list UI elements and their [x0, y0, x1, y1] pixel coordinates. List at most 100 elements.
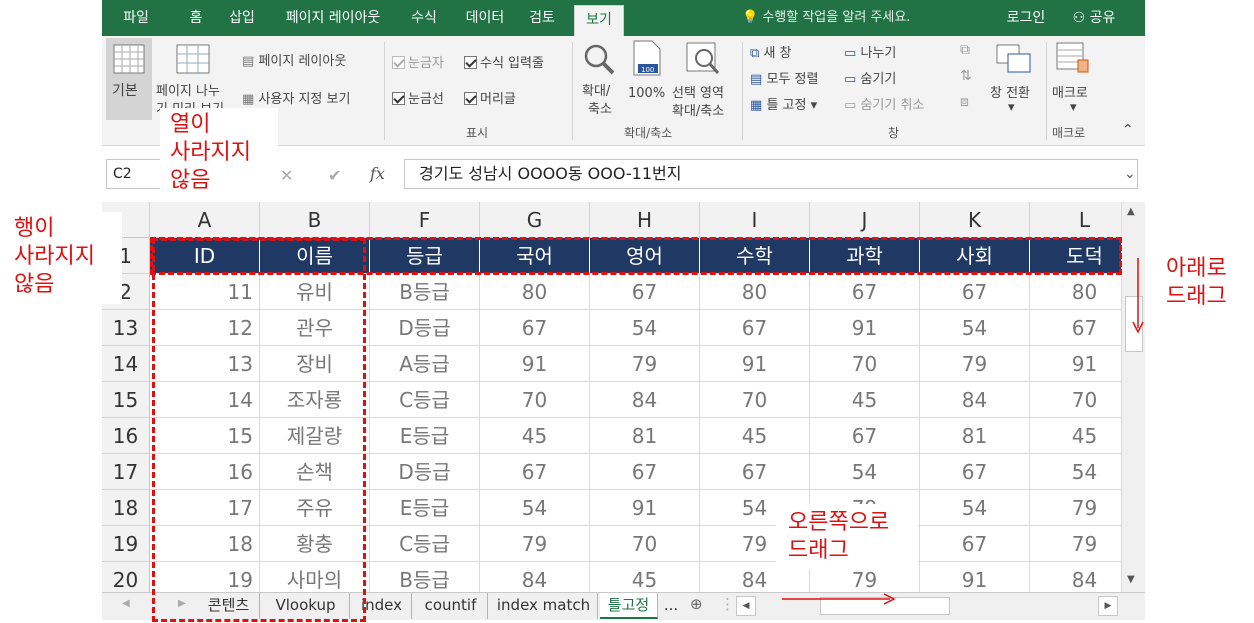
page-layout-view-button[interactable]: ▤ 페이지 레이아웃: [242, 50, 346, 69]
table-cell[interactable]: 70: [1030, 382, 1121, 418]
row-header[interactable]: 13: [102, 310, 150, 346]
insert-function-icon[interactable]: fx: [370, 164, 385, 183]
table-cell[interactable]: B등급: [370, 562, 480, 592]
tab-formulas[interactable]: 수식: [404, 0, 444, 36]
table-cell[interactable]: 67: [700, 454, 810, 490]
table-cell[interactable]: 79: [1030, 490, 1121, 526]
scroll-up-icon[interactable]: ▲: [1127, 206, 1135, 217]
split-button[interactable]: ▭ 나누기: [844, 42, 896, 61]
table-cell[interactable]: 79: [920, 346, 1030, 382]
formula-bar-checkbox[interactable]: 수식 입력줄: [464, 52, 544, 71]
tab-view[interactable]: 보기: [574, 5, 624, 36]
headings-checkbox[interactable]: 머리글: [464, 88, 516, 107]
table-cell[interactable]: 67: [590, 454, 700, 490]
table-cell[interactable]: 54: [590, 310, 700, 346]
table-cell[interactable]: 67: [920, 454, 1030, 490]
custom-views-button[interactable]: ▦ 사용자 지정 보기: [242, 88, 350, 107]
table-cell[interactable]: 67: [1030, 310, 1121, 346]
table-cell[interactable]: 67: [810, 418, 920, 454]
table-cell[interactable]: 67: [920, 526, 1030, 562]
row-header[interactable]: 19: [102, 526, 150, 562]
table-cell[interactable]: 84: [920, 382, 1030, 418]
unhide-button[interactable]: ▭ 숨기기 취소: [844, 94, 924, 113]
table-cell[interactable]: 54: [480, 490, 590, 526]
table-cell[interactable]: 70: [700, 382, 810, 418]
table-cell[interactable]: 84: [480, 562, 590, 592]
table-cell[interactable]: 45: [810, 382, 920, 418]
table-cell[interactable]: D등급: [370, 310, 480, 346]
table-cell[interactable]: C등급: [370, 382, 480, 418]
row-header[interactable]: 16: [102, 418, 150, 454]
sheet-tab-countif[interactable]: countif: [414, 593, 488, 619]
formula-input[interactable]: 경기도 성남시 OOOO동 OOO-11번지: [404, 159, 1138, 189]
switch-windows-button[interactable]: 창 전환 ▾: [986, 38, 1042, 120]
gridlines-checkbox[interactable]: 눈금선: [392, 88, 444, 107]
table-cell[interactable]: 80: [480, 274, 590, 310]
table-cell[interactable]: 54: [920, 490, 1030, 526]
table-cell[interactable]: A등급: [370, 346, 480, 382]
table-cell[interactable]: E등급: [370, 490, 480, 526]
column-header[interactable]: J: [810, 202, 920, 238]
table-cell[interactable]: 91: [1030, 346, 1121, 382]
table-cell[interactable]: 67: [480, 454, 590, 490]
table-cell[interactable]: 80: [700, 274, 810, 310]
zoom-100-button[interactable]: 100 100%: [624, 38, 668, 120]
zoom-selection-button[interactable]: 선택 영역 확대/축소: [668, 38, 738, 120]
column-header[interactable]: A: [150, 202, 260, 238]
table-cell[interactable]: 91: [700, 346, 810, 382]
row-header[interactable]: 15: [102, 382, 150, 418]
table-cell[interactable]: 79: [1030, 526, 1121, 562]
login-link[interactable]: 로그인: [998, 0, 1054, 36]
macros-button[interactable]: 매크로 ▾: [1050, 38, 1100, 120]
view-side-by-side-icon[interactable]: ⧉: [960, 42, 970, 58]
table-cell[interactable]: 80: [1030, 274, 1121, 310]
arrange-all-button[interactable]: ▤ 모두 정렬: [750, 68, 818, 87]
table-cell[interactable]: E등급: [370, 418, 480, 454]
expand-formula-bar-icon[interactable]: ⌄: [1124, 166, 1136, 182]
scroll-right-icon[interactable]: ▶: [1098, 596, 1118, 616]
scroll-down-icon[interactable]: ▼: [1127, 574, 1135, 585]
table-cell[interactable]: 84: [1030, 562, 1121, 592]
column-header[interactable]: I: [700, 202, 810, 238]
table-cell[interactable]: 45: [700, 418, 810, 454]
table-cell[interactable]: 91: [590, 490, 700, 526]
column-header[interactable]: K: [920, 202, 1030, 238]
split-handle-icon[interactable]: ⋮: [720, 595, 735, 613]
table-cell[interactable]: 70: [480, 382, 590, 418]
table-cell[interactable]: C등급: [370, 526, 480, 562]
reset-position-icon[interactable]: ⧈: [960, 94, 969, 110]
tab-data[interactable]: 데이터: [458, 0, 512, 36]
hide-button[interactable]: ▭ 숨기기: [844, 68, 896, 87]
table-cell[interactable]: 70: [590, 526, 700, 562]
column-header[interactable]: L: [1030, 202, 1121, 238]
table-cell[interactable]: 67: [590, 274, 700, 310]
table-cell[interactable]: 81: [590, 418, 700, 454]
table-cell[interactable]: 45: [1030, 418, 1121, 454]
row-header[interactable]: 17: [102, 454, 150, 490]
prev-sheet-icon[interactable]: ◀: [122, 598, 130, 609]
table-cell[interactable]: 91: [810, 310, 920, 346]
tab-home[interactable]: 홈: [178, 0, 214, 36]
tell-me-box[interactable]: 💡 수행할 작업을 알려 주세요.: [742, 0, 910, 36]
new-window-button[interactable]: ⧉ 새 창: [750, 42, 792, 61]
share-button[interactable]: ⚇ 공유: [1064, 0, 1124, 36]
table-cell[interactable]: 67: [810, 274, 920, 310]
enter-icon[interactable]: ✔: [328, 166, 341, 185]
row-header[interactable]: 20: [102, 562, 150, 592]
tab-page-layout[interactable]: 페이지 레이아웃: [274, 0, 392, 36]
table-cell[interactable]: 67: [920, 274, 1030, 310]
freeze-panes-button[interactable]: ▦ 틀 고정 ▾: [750, 94, 817, 113]
normal-view-button[interactable]: 기본: [106, 38, 152, 120]
zoom-button[interactable]: 확대/ 축소: [578, 38, 622, 120]
sheet-tab-more[interactable]: ...: [660, 593, 682, 619]
scroll-left-icon[interactable]: ◀: [736, 596, 756, 616]
table-cell[interactable]: 70: [810, 346, 920, 382]
tab-review[interactable]: 검토: [522, 0, 562, 36]
collapse-ribbon-icon[interactable]: ⌃: [1122, 122, 1134, 138]
add-sheet-icon[interactable]: ⊕: [690, 595, 703, 613]
table-cell[interactable]: 67: [700, 310, 810, 346]
sync-scroll-icon[interactable]: ⇅: [960, 68, 972, 84]
table-cell[interactable]: 54: [920, 310, 1030, 346]
column-header[interactable]: B: [260, 202, 370, 238]
table-cell[interactable]: 79: [480, 526, 590, 562]
